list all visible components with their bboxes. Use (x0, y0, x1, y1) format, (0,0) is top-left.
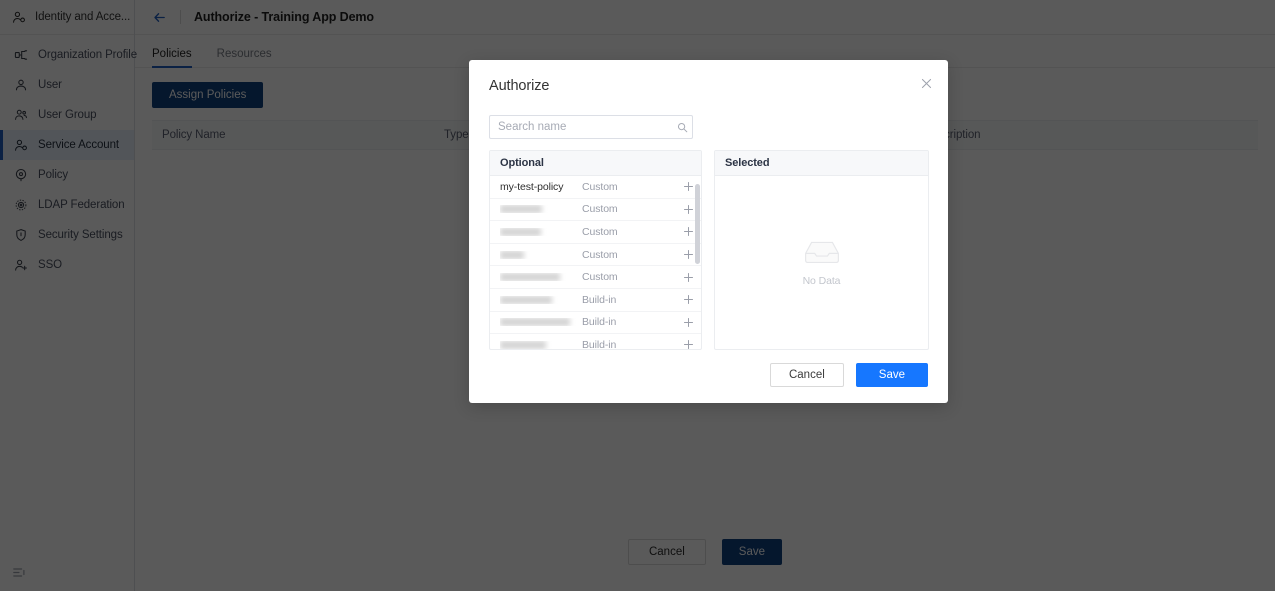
plus-icon[interactable] (675, 339, 701, 349)
policy-type: Build-in (582, 316, 675, 328)
redaction-bar (500, 296, 552, 304)
plus-icon[interactable] (675, 317, 701, 328)
empty-inbox-icon (802, 238, 842, 271)
policy-name-redacted (500, 273, 582, 281)
app-root: Identity and Acce... Organization Profil… (0, 0, 1275, 591)
list-item[interactable]: Build-in (490, 289, 701, 312)
list-item[interactable]: Custom (490, 266, 701, 289)
redaction-bar (500, 251, 524, 259)
selected-panel-header: Selected (715, 151, 928, 176)
search-input[interactable] (490, 121, 672, 133)
optional-panel: Optional my-test-policy Custom Cust (489, 150, 702, 350)
policy-name-redacted (500, 341, 582, 349)
empty-state: No Data (715, 176, 928, 349)
policy-type: Custom (582, 203, 675, 215)
policy-type: Build-in (582, 294, 675, 306)
redaction-bar (500, 341, 546, 349)
policy-name-redacted (500, 228, 582, 236)
list-item[interactable]: Build-in (490, 312, 701, 335)
close-icon[interactable] (916, 73, 936, 93)
transfer-panels: Optional my-test-policy Custom Cust (489, 150, 929, 350)
modal-title: Authorize (489, 78, 549, 94)
policy-type: Custom (582, 271, 675, 283)
selected-panel: Selected No Data (714, 150, 929, 350)
policy-name-redacted (500, 296, 582, 304)
plus-icon[interactable] (675, 272, 701, 283)
policy-name-redacted (500, 318, 582, 326)
modal-cancel-button[interactable]: Cancel (770, 363, 844, 387)
search-field[interactable] (489, 115, 693, 139)
modal-save-button[interactable]: Save (856, 363, 928, 387)
policy-type: Build-in (582, 339, 675, 349)
modal-footer-actions: Cancel Save (770, 363, 928, 387)
optional-list-scrollbar[interactable] (695, 184, 700, 264)
redaction-bar (500, 228, 541, 236)
selected-panel-body: No Data (715, 176, 928, 349)
optional-panel-header: Optional (490, 151, 701, 176)
empty-state-label: No Data (803, 275, 841, 287)
policy-name: my-test-policy (500, 181, 582, 193)
policy-name-redacted (500, 251, 582, 259)
redaction-bar (500, 205, 542, 213)
redaction-bar (500, 318, 570, 326)
list-item[interactable]: Custom (490, 244, 701, 267)
plus-icon[interactable] (675, 294, 701, 305)
redaction-bar (500, 273, 560, 281)
list-item[interactable]: Build-in (490, 334, 701, 349)
policy-type: Custom (582, 226, 675, 238)
policy-name-redacted (500, 205, 582, 213)
optional-panel-body: my-test-policy Custom Custom (490, 176, 701, 349)
list-item[interactable]: Custom (490, 199, 701, 222)
list-item[interactable]: my-test-policy Custom (490, 176, 701, 199)
policy-type: Custom (582, 181, 675, 193)
policy-type: Custom (582, 249, 675, 261)
list-item[interactable]: Custom (490, 221, 701, 244)
search-icon[interactable] (672, 116, 692, 138)
authorize-modal: Authorize Optional (469, 60, 948, 403)
optional-list: my-test-policy Custom Custom (490, 176, 701, 349)
